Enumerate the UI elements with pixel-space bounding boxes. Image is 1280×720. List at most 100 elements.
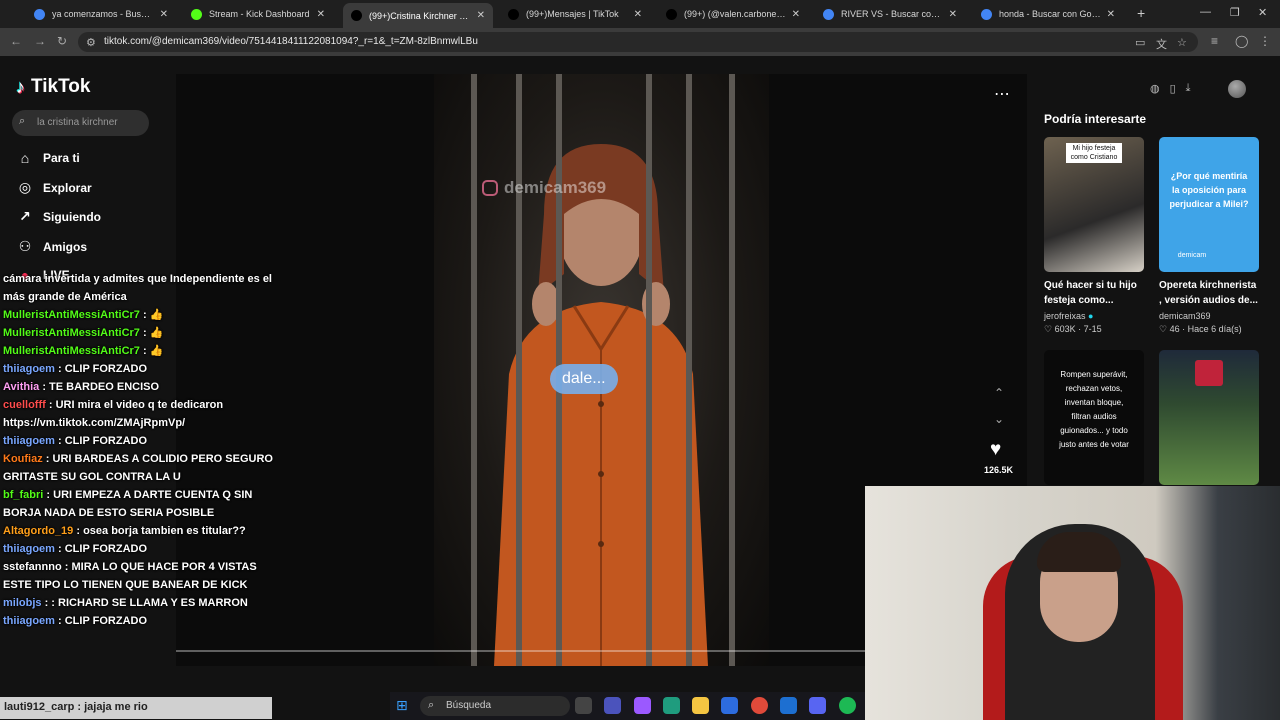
chevron-down-icon[interactable]: ⌄ [994, 412, 1004, 426]
search-icon: ⌕ [428, 699, 435, 711]
chat-message: milobjs : : RICHARD SE LLAMA Y ES MARRON [0, 594, 275, 612]
suggested-video-card[interactable]: Rompen superávit, rechazan vetos, invent… [1044, 350, 1144, 485]
chrome-icon[interactable] [751, 697, 768, 714]
browser-tab[interactable]: honda - Buscar con Google ✕ [973, 3, 1123, 25]
suggested-video-card[interactable]: Mi hijo festeja como Cristiano Qué hacer… [1044, 137, 1144, 335]
video-progress-bar[interactable] [176, 650, 866, 652]
suggested-video-card[interactable]: ¿Por qué mentiría la oposición para perj… [1159, 137, 1259, 335]
new-tab-button[interactable]: + [1137, 5, 1145, 21]
coin-icon[interactable]: ◍ [1150, 82, 1160, 95]
close-tab-icon[interactable]: ✕ [792, 9, 800, 20]
streamer-hair [1037, 532, 1121, 572]
device-icon[interactable]: ▯ [1170, 82, 1176, 95]
instagram-icon [482, 180, 498, 196]
chat-username[interactable]: MulleristAntiMessiAntiCr7 [3, 309, 140, 321]
chat-username[interactable]: thiiagoem [3, 543, 55, 555]
bookmark-star-icon[interactable]: ☆ [1177, 36, 1187, 49]
translate-icon[interactable]: 文 [1156, 36, 1167, 52]
menu-dots-icon[interactable]: ⋮ [1259, 34, 1271, 48]
restore-icon[interactable]: ❐ [1230, 6, 1240, 19]
edge-icon[interactable] [663, 697, 680, 714]
search-input[interactable]: ⌕ la cristina kirchner [12, 110, 149, 136]
close-tab-icon[interactable]: ✕ [949, 9, 957, 20]
browser-tab[interactable]: (99+)Cristina Kirchner Con ✕ [343, 3, 493, 28]
video-thumbnail[interactable]: ¿Por qué mentiría la oposición para perj… [1159, 137, 1259, 272]
profile-icon[interactable]: ◯ [1235, 34, 1248, 48]
following-icon: ↗ [19, 208, 31, 224]
suggestions-title: Podría interesarte [1044, 112, 1147, 126]
browser-tab[interactable]: ya comenzamos - Buscar con G✕ [26, 3, 176, 25]
browser-tab[interactable]: Stream - Kick Dashboard ✕ [183, 3, 333, 25]
close-tab-icon[interactable]: ✕ [634, 9, 642, 20]
video-thumbnail[interactable]: Rompen superávit, rechazan vetos, invent… [1044, 350, 1144, 485]
forward-icon[interactable]: → [34, 34, 46, 48]
close-window-icon[interactable]: ✕ [1258, 6, 1267, 19]
close-tab-icon[interactable]: ✕ [477, 10, 485, 21]
sidebar-item-para-ti[interactable]: ⌂ Para ti [16, 150, 80, 166]
video-frame[interactable]: demicam369 dale... [434, 74, 769, 666]
close-tab-icon[interactable]: ✕ [160, 9, 168, 20]
tiktok-logo[interactable]: ♪ TikTok [16, 76, 90, 98]
chat-username[interactable]: milobjs [3, 597, 42, 609]
chat-username[interactable]: MulleristAntiMessiAntiCr7 [3, 327, 140, 339]
teams-icon[interactable] [604, 697, 621, 714]
close-tab-icon[interactable]: ✕ [1107, 9, 1115, 20]
address-bar[interactable]: ⚙ tiktok.com/@demicam369/video/751441841… [78, 32, 1198, 52]
chat-username[interactable]: Avithia [3, 381, 39, 393]
club-crest-icon [1195, 360, 1223, 386]
chat-username[interactable]: Altagordo_19 [3, 525, 73, 537]
chat-message: thiiagoem : CLIP FORZADO [0, 540, 275, 558]
chat-input[interactable]: lauti912_carp : jajaja me rio [0, 697, 272, 719]
spotify-icon[interactable] [839, 697, 856, 714]
chat-username[interactable]: bf_fabri [3, 489, 43, 501]
chat-username[interactable]: thiiagoem [3, 615, 55, 627]
reload-icon[interactable]: ↻ [57, 34, 67, 48]
copilot-icon[interactable] [634, 697, 651, 714]
video-thumbnail[interactable]: Mi hijo festeja como Cristiano [1044, 137, 1144, 272]
chat-username[interactable]: thiiagoem [3, 363, 55, 375]
browser-tab[interactable]: RIVER VS - Buscar con Google✕ [815, 3, 965, 25]
media-control-icon[interactable]: ≡ [1211, 34, 1218, 48]
discord-icon[interactable] [809, 697, 826, 714]
download-icon[interactable]: ⤓ [1186, 82, 1191, 95]
chat-username[interactable]: sstefannno [3, 561, 62, 573]
taskbar-search[interactable]: ⌕ Búsqueda [420, 696, 570, 716]
sidebar-item-explorar[interactable]: ◎ Explorar [16, 179, 92, 196]
back-icon[interactable]: ← [10, 34, 22, 48]
chat-username[interactable]: MulleristAntiMessiAntiCr7 [3, 345, 140, 357]
cast-icon[interactable]: ▭ [1135, 36, 1145, 49]
browser-tab[interactable]: (99+) (@valen.carbone) | TikTok✕ [658, 3, 808, 25]
chat-message: Avithia : TE BARDEO ENCISO [0, 378, 275, 396]
heart-icon[interactable]: ♥ [990, 439, 1001, 461]
chat-text: : 👍 [142, 327, 164, 339]
tab-favicon-icon [34, 8, 45, 20]
chat-message: cámara invertida y admites que Independi… [0, 270, 275, 306]
store-icon[interactable] [721, 697, 738, 714]
chat-text: : CLIP FORZADO [58, 615, 148, 627]
chevron-up-icon[interactable]: ⌃ [994, 386, 1004, 400]
suggested-video-card[interactable] [1159, 350, 1259, 485]
chat-username[interactable]: cuellofff [3, 399, 46, 411]
task-view-icon[interactable] [575, 697, 592, 714]
heart-icon: ♡ [1159, 324, 1168, 334]
sidebar-item-siguiendo[interactable]: ↗ Siguiendo [16, 208, 101, 225]
minimize-icon[interactable]: — [1200, 6, 1211, 18]
chat-text: : osea borja tambien es titular?? [76, 525, 246, 537]
video-thumbnail[interactable] [1159, 350, 1259, 485]
more-options-icon[interactable]: ⋯ [994, 84, 1010, 104]
user-avatar[interactable] [1228, 80, 1246, 98]
stream-chat: cámara invertida y admites que Independi… [0, 270, 275, 720]
file-explorer-icon[interactable] [692, 697, 709, 714]
windows-start-icon[interactable]: ⊞ [396, 697, 408, 714]
compass-icon: ◎ [18, 179, 32, 195]
close-tab-icon[interactable]: ✕ [317, 9, 325, 20]
chat-username[interactable]: thiiagoem [3, 435, 55, 447]
site-info-icon[interactable]: ⚙ [86, 36, 96, 49]
browser-tab[interactable]: (99+)Mensajes | TikTok ✕ [500, 3, 650, 25]
outlook-icon[interactable] [780, 697, 797, 714]
chat-username[interactable]: Koufiaz [3, 453, 43, 465]
sidebar-item-amigos[interactable]: ⚇ Amigos [16, 238, 87, 255]
tab-favicon-icon [981, 8, 992, 20]
address-toolbar: ← → ↻ ⚙ tiktok.com/@demicam369/video/751… [0, 28, 1280, 56]
chat-message: Koufiaz : URI BARDEAS A COLIDIO PERO SEG… [0, 450, 275, 486]
